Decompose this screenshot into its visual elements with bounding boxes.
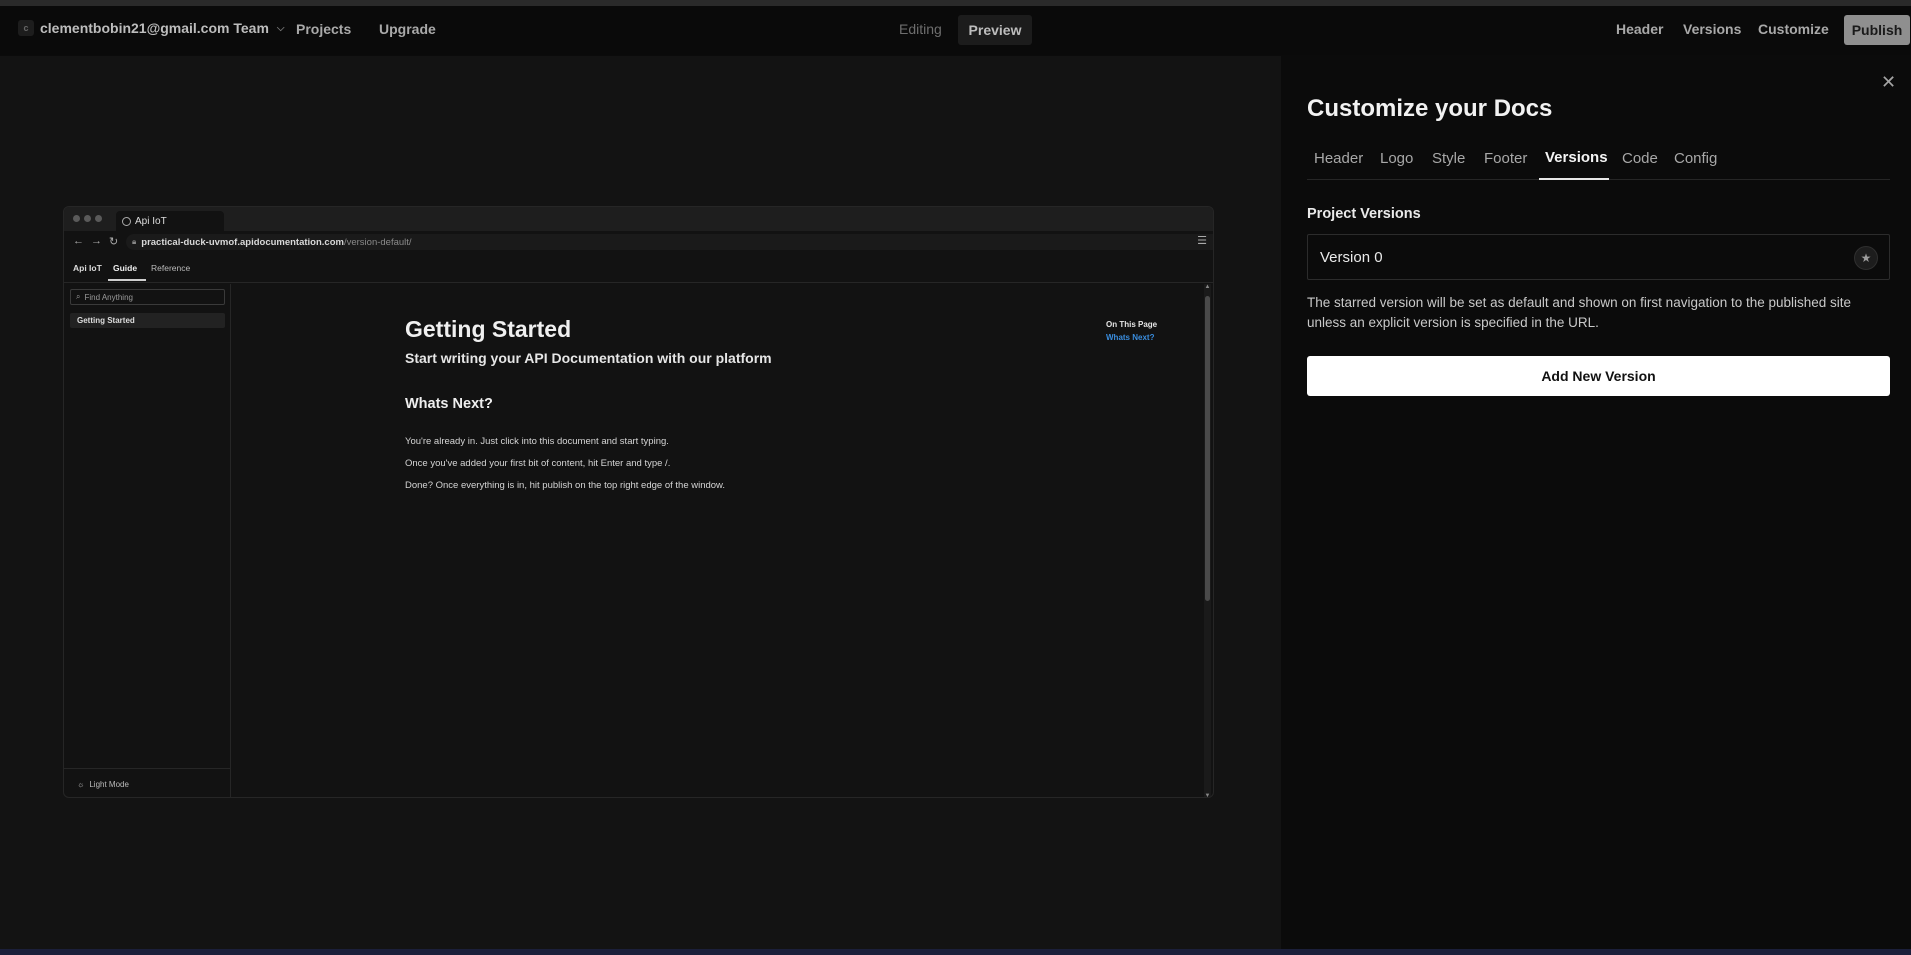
tab-header[interactable]: Header — [1314, 150, 1363, 167]
versions-link[interactable]: Versions — [1683, 21, 1741, 37]
tab-footer[interactable]: Footer — [1484, 150, 1527, 167]
tab-versions[interactable]: Versions — [1545, 149, 1608, 166]
doc-subtitle: Start writing your API Documentation wit… — [405, 350, 772, 366]
panel-title: Customize your Docs — [1307, 95, 1553, 122]
forward-icon[interactable]: → — [91, 235, 102, 248]
back-icon[interactable]: ← — [73, 235, 84, 248]
versions-description: The starred version will be set as defau… — [1307, 295, 1852, 330]
team-switcher[interactable]: c clementbobin21@gmail.com Team ⌵ — [18, 20, 285, 36]
docs-content: Getting Started Start writing your API D… — [232, 284, 1202, 797]
team-avatar: c — [18, 20, 34, 36]
active-tab-underline — [108, 279, 146, 281]
version-name: Version 0 — [1320, 249, 1383, 266]
mode-editing[interactable]: Editing — [899, 21, 942, 37]
docs-search-input[interactable]: ⌕ Find Anything — [70, 289, 225, 305]
window-dot-icon — [95, 215, 102, 222]
light-mode-toggle[interactable]: ☼ Light Mode — [64, 768, 230, 797]
customize-panel — [1281, 56, 1911, 950]
scroll-up-icon[interactable]: ▲ — [1204, 284, 1211, 290]
star-icon[interactable]: ★ — [1854, 246, 1878, 270]
lock-icon: 🔒︎ — [132, 237, 137, 246]
scrollbar-thumb[interactable] — [1205, 296, 1210, 601]
docs-brand[interactable]: Api IoT — [73, 263, 102, 273]
mode-preview[interactable]: Preview — [958, 15, 1032, 45]
window-dot-icon — [84, 215, 91, 222]
menu-icon[interactable]: ☰ — [1197, 234, 1207, 247]
address-bar: ← → ↻ 🔒︎ practical-duck-uvmof.apidocumen… — [64, 231, 1213, 253]
sidebar-item-getting-started[interactable]: Getting Started — [70, 313, 225, 328]
browser-tab-title: Api IoT — [135, 215, 167, 227]
team-name: clementbobin21@gmail.com Team — [40, 20, 269, 36]
top-bar: c clementbobin21@gmail.com Team ⌵ Projec… — [0, 6, 1911, 55]
close-icon[interactable]: ✕ — [1881, 73, 1896, 91]
tab-code[interactable]: Code — [1622, 150, 1658, 167]
tab-reference[interactable]: Reference — [151, 263, 190, 273]
tab-style[interactable]: Style — [1432, 150, 1465, 167]
docs-sidebar: ⌕ Find Anything Getting Started ☼ Light … — [64, 284, 231, 797]
customize-link[interactable]: Customize — [1758, 21, 1829, 37]
url-path: /version-default/ — [343, 236, 412, 248]
doc-paragraph: Once you've added your first bit of cont… — [405, 458, 671, 469]
tab-config[interactable]: Config — [1674, 150, 1717, 167]
customize-tabs: Header Logo Style Footer Versions Code C… — [1307, 145, 1890, 180]
url-field[interactable]: 🔒︎ practical-duck-uvmof.apidocumentation… — [126, 234, 1213, 250]
docs-nav: Api IoT Guide Reference — [64, 253, 1213, 283]
globe-icon — [122, 216, 131, 226]
nav-upgrade[interactable]: Upgrade — [379, 21, 436, 37]
reload-icon[interactable]: ↻ — [109, 235, 118, 248]
search-placeholder: Find Anything — [84, 292, 133, 302]
sun-icon: ☼ — [77, 779, 85, 789]
chevron-down-icon: ⌵ — [276, 22, 285, 34]
publish-button[interactable]: Publish — [1844, 15, 1910, 45]
doc-title: Getting Started — [405, 316, 572, 342]
browser-preview: Api IoT ← → ↻ 🔒︎ practical-duck-uvmof.ap… — [63, 206, 1214, 798]
window-dot-icon — [73, 215, 80, 222]
browser-tab[interactable]: Api IoT — [116, 211, 224, 231]
project-versions-label: Project Versions — [1307, 206, 1421, 222]
version-row[interactable]: Version 0 ★ — [1307, 234, 1890, 280]
window-bottom-edge — [0, 949, 1911, 955]
tab-logo[interactable]: Logo — [1380, 150, 1413, 167]
on-this-page-title: On This Page — [1106, 320, 1158, 329]
search-icon: ⌕ — [76, 292, 81, 301]
url-host: practical-duck-uvmof.apidocumentation.co… — [141, 236, 344, 248]
tab-guide[interactable]: Guide — [113, 263, 137, 273]
active-tab-underline — [1539, 178, 1609, 180]
doc-paragraph: You're already in. Just click into this … — [405, 436, 669, 447]
doc-paragraph: Done? Once everything is in, hit publish… — [405, 480, 726, 491]
add-new-version-button[interactable]: Add New Version — [1307, 356, 1890, 396]
scroll-down-icon[interactable]: ▼ — [1204, 793, 1211, 797]
window-controls — [73, 215, 102, 222]
preview-scrollbar[interactable]: ▲ ▼ — [1204, 284, 1211, 797]
browser-tab-bar: Api IoT — [64, 207, 1213, 231]
doc-section-heading: Whats Next? — [405, 396, 493, 412]
light-mode-label: Light Mode — [89, 779, 129, 789]
nav-projects[interactable]: Projects — [296, 21, 351, 37]
header-link[interactable]: Header — [1616, 21, 1663, 37]
on-this-page-link[interactable]: Whats Next? — [1106, 333, 1154, 342]
